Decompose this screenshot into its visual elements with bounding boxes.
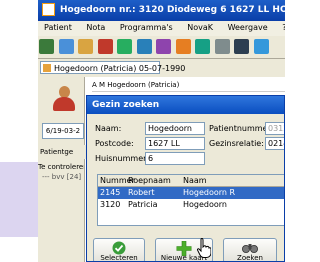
tool-icon-10[interactable]	[214, 39, 230, 54]
window-titlebar: Hogedoorn nr.: 3120 Diodeweg 6 1627 LL H…	[38, 0, 285, 21]
menu-programmas[interactable]: Programma's	[114, 21, 179, 32]
app-icon	[42, 3, 55, 16]
cell-nummer: 3120	[100, 200, 121, 209]
patient-header: A M Hogedoorn (Patricia)	[92, 79, 285, 92]
gezinsrelatie-input[interactable]: 02145	[265, 137, 284, 150]
select-button-label: Selecteren	[100, 254, 138, 262]
gezinsrelatie-label: Gezinsrelatie:	[209, 139, 264, 148]
menu-help[interactable]: ?	[276, 21, 285, 32]
select-button[interactable]: Selecteren	[93, 238, 145, 262]
tool-icon-11[interactable]	[234, 39, 250, 54]
postcode-label: Postcode:	[95, 139, 134, 148]
tool-icon-9[interactable]	[195, 39, 211, 54]
person-avatar-icon	[52, 86, 76, 112]
window-title: Hogedoorn nr.: 3120 Diodeweg 6 1627 LL H…	[60, 5, 285, 15]
menu-novak[interactable]: NovaK	[181, 21, 219, 32]
menu-patient[interactable]: Patient	[38, 21, 78, 32]
results-table: NummerRoepnaam Naam 2145 Robert Hogedoorn R…	[97, 174, 284, 226]
controls-item[interactable]: --- bvv [24]	[38, 172, 84, 182]
tool-icon-8[interactable]	[175, 39, 191, 54]
col-naam[interactable]: Naam	[183, 175, 207, 186]
cell-roepnaam: Robert	[128, 188, 155, 197]
tool-icon-2[interactable]	[58, 39, 74, 54]
col-nummer[interactable]: Nummer	[98, 175, 135, 186]
cell-naam: Hogedoorn	[183, 200, 227, 209]
check-icon	[112, 241, 126, 255]
naam-label: Naam:	[95, 124, 122, 133]
menu-bar: Patient Nota Programma's NovaK Weergave …	[38, 21, 285, 36]
patient-icon	[43, 64, 51, 72]
table-row[interactable]: 2145 Robert Hogedoorn R	[98, 187, 284, 199]
tool-icon-7[interactable]	[156, 39, 172, 54]
search-button[interactable]: Zoeken	[223, 238, 277, 262]
button-bar: Selecteren Nieuwe kaart Zoeken	[87, 234, 284, 262]
postcode-input[interactable]: 1627 LL	[145, 137, 205, 150]
patient-tab-label: Hogedoorn (Patricia) 05-07-1990	[54, 64, 186, 73]
date-box: 6/19-03-2	[42, 123, 84, 139]
controls-title: Te controleren	[38, 163, 84, 171]
menu-weergave[interactable]: Weergave	[222, 21, 274, 32]
binoculars-icon	[242, 244, 258, 253]
cell-roepnaam: Patricia	[128, 200, 158, 209]
cell-nummer: 2145	[100, 188, 121, 197]
table-header: NummerRoepnaam Naam	[98, 175, 284, 187]
toolbar	[38, 36, 285, 59]
col-roepnaam[interactable]: Roepnaam	[128, 175, 183, 186]
table-row[interactable]: 3120 Patricia Hogedoorn	[98, 199, 284, 211]
controls-list: Te controleren --- bvv [24]	[38, 162, 84, 182]
patientnummer-label: Patientnummer:	[209, 124, 274, 133]
cell-naam: Hogedoorn R	[183, 188, 236, 197]
gezin-zoeken-dialog: Gezin zoeken Naam: Hogedoorn Patientnumm…	[86, 95, 285, 262]
tool-icon-3[interactable]	[78, 39, 94, 54]
tool-icon-4[interactable]	[97, 39, 113, 54]
tool-icon-12[interactable]	[254, 39, 270, 54]
patient-tab-bar: Hogedoorn (Patricia) 05-07-1990	[38, 59, 285, 77]
menu-nota[interactable]: Nota	[80, 21, 111, 32]
tool-icon-6[interactable]	[136, 39, 152, 54]
background-panel	[0, 162, 38, 237]
patientgegevens-tab[interactable]: Patientge	[38, 145, 86, 159]
huisnummer-label: Huisnummer:	[95, 154, 149, 163]
patientnummer-input[interactable]: 03120	[265, 122, 284, 135]
tool-icon-5[interactable]	[117, 39, 133, 54]
hand-cursor-icon	[197, 238, 211, 258]
dialog-title: Gezin zoeken	[87, 96, 284, 114]
naam-input[interactable]: Hogedoorn	[145, 122, 205, 135]
huisnummer-input[interactable]: 6	[145, 152, 205, 165]
search-button-label: Zoeken	[237, 254, 263, 262]
tool-icon-1[interactable]	[39, 39, 54, 54]
patient-tab[interactable]: Hogedoorn (Patricia) 05-07-1990	[40, 61, 185, 74]
